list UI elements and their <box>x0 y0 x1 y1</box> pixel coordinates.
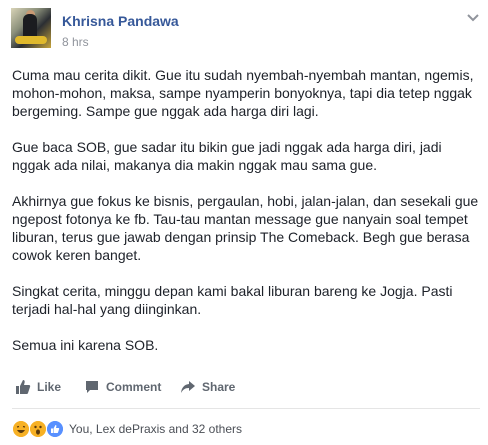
reactions-names[interactable]: You, Lex dePraxis and 32 others <box>69 422 242 436</box>
post-actions-bar: Like Comment Share <box>12 372 480 402</box>
share-icon <box>181 381 195 393</box>
share-button[interactable]: Share <box>180 378 250 396</box>
like-label: Like <box>37 380 62 394</box>
post-paragraph: Gue baca SOB, gue sadar itu bikin gue ja… <box>12 139 442 173</box>
actions-divider <box>12 408 480 409</box>
author-avatar[interactable] <box>11 8 51 48</box>
comment-button[interactable]: Comment <box>84 378 174 396</box>
wow-reaction-icon <box>29 420 47 438</box>
comment-icon <box>86 381 98 393</box>
post-body: Cuma mau cerita dikit. Gue itu sudah nye… <box>12 66 480 372</box>
chevron-down-icon[interactable] <box>465 12 481 24</box>
share-label: Share <box>202 380 236 394</box>
haha-reaction-icon <box>12 420 30 438</box>
like-button[interactable]: Like <box>15 378 75 396</box>
facebook-post: Khrisna Pandawa 8 hrs Cuma mau cerita di… <box>0 0 488 445</box>
avatar-motorbike <box>15 36 47 44</box>
author-name[interactable]: Khrisna Pandawa <box>62 13 179 29</box>
thumbs-up-icon <box>16 380 31 394</box>
post-paragraph: Akhirnya gue fokus ke bisnis, pergaulan,… <box>12 193 479 263</box>
post-paragraph: Semua ini karena SOB. <box>12 337 159 353</box>
post-timestamp[interactable]: 8 hrs <box>62 35 89 49</box>
post-paragraph: Cuma mau cerita dikit. Gue itu sudah nye… <box>12 67 474 119</box>
like-reaction-icon <box>46 420 64 438</box>
comment-label: Comment <box>106 380 162 394</box>
post-paragraph: Singkat cerita, minggu depan kami bakal … <box>12 283 453 317</box>
